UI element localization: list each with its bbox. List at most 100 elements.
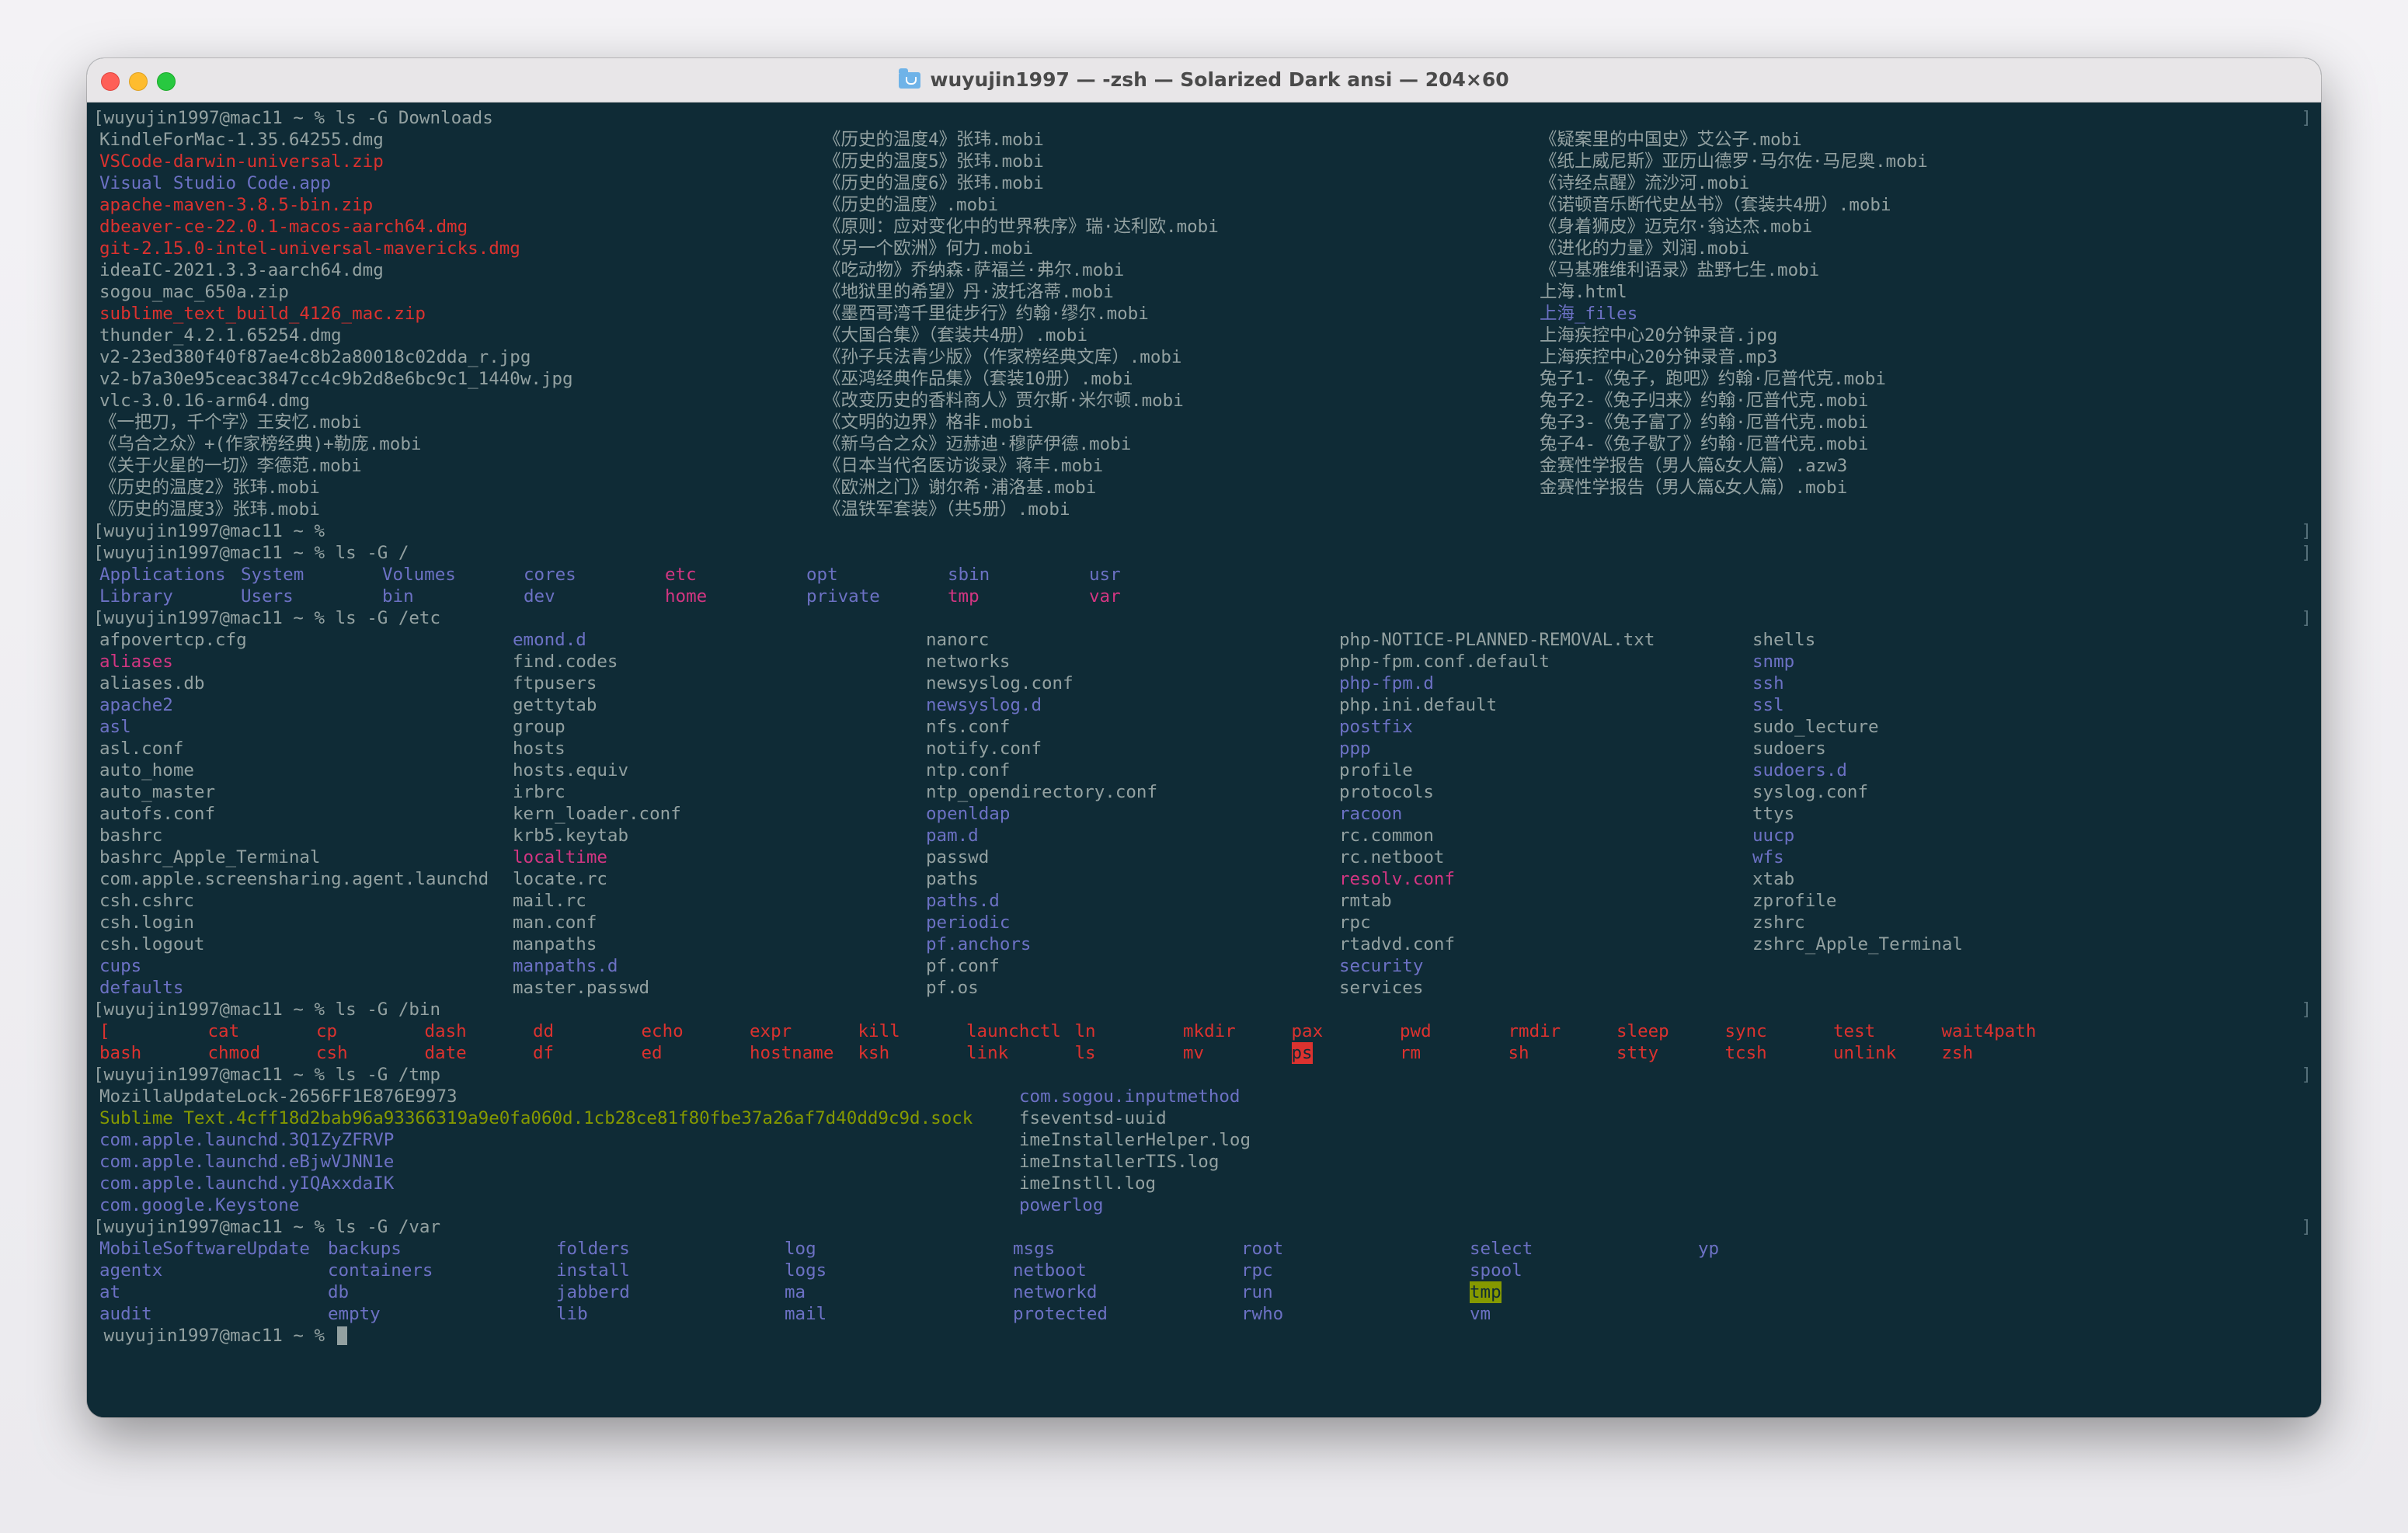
file-entry: imeInstallerHelper.log — [1019, 1130, 1251, 1150]
active-prompt-line[interactable]: wuyujin1997@mac11 ~ % — [93, 1325, 2315, 1347]
file-entry: defaults — [99, 978, 184, 998]
file-entry: php-fpm.d — [1339, 673, 1434, 694]
prompt-line: [wuyujin1997@mac11 ~ % ls -G Downloads] — [93, 107, 2315, 129]
file-entry: 《诗经点醒》流沙河.mobi — [1540, 173, 1750, 193]
file-entry: passwd — [926, 847, 990, 867]
file-entry: cores — [524, 565, 576, 585]
listing-row: asl group nfs.conf postfix sudo_lecture — [93, 716, 2315, 738]
file-entry: 《欧洲之门》谢尔希·浦洛基.mobi — [823, 478, 1097, 498]
file-entry: backups — [328, 1239, 402, 1259]
file-entry: rpc — [1339, 912, 1371, 933]
listing-row: Visual Studio Code.app 《历史的温度6》张玮.mobi 《诗经… — [93, 172, 2315, 194]
listing-row: apache2 gettytab newsyslog.d php.ini.defaul… — [93, 694, 2315, 716]
listing-row: bash chmod csh date df ed hostname ksh link ls mv p… — [93, 1042, 2315, 1064]
prompt-text: [wuyujin1997@mac11 ~ % — [93, 1065, 336, 1085]
command-text: ls -G /var — [335, 1217, 441, 1237]
file-entry: empty — [328, 1304, 381, 1324]
file-entry: 兔子2-《兔子归来》约翰·厄普代克.mobi — [1540, 391, 1869, 411]
file-entry: rmtab — [1339, 891, 1392, 911]
file-entry: zsh — [1941, 1043, 1974, 1063]
command-text: ls -G Downloads — [335, 108, 493, 128]
file-entry: install — [556, 1260, 630, 1281]
line-bracket: ] — [2301, 999, 2312, 1020]
file-entry: Applications — [99, 565, 226, 585]
file-entry: 《历史的温度2》张玮.mobi — [99, 478, 320, 498]
listing-row: Sublime Text.4cff18d2bab96a93366319a9e0f… — [93, 1107, 2315, 1129]
file-entry: rc.common — [1339, 826, 1434, 846]
file-entry: rmdir — [1508, 1021, 1561, 1041]
file-entry: 《改变历史的香料商人》贾尔斯·米尔顿.mobi — [823, 391, 1184, 411]
text-cursor — [336, 1326, 347, 1345]
file-entry: sleep — [1616, 1021, 1669, 1041]
file-entry: pf.os — [926, 978, 979, 998]
file-entry: protocols — [1339, 782, 1434, 802]
file-entry: postfix — [1339, 717, 1413, 737]
file-entry: 《乌合之众》+(作家榜经典)+勒庞.mobi — [99, 434, 422, 454]
file-entry: 兔子3-《兔子富了》约翰·厄普代克.mobi — [1540, 412, 1869, 433]
prompt-text: [wuyujin1997@mac11 ~ % — [93, 999, 336, 1020]
file-entry: imeInstallerTIS.log — [1019, 1152, 1220, 1172]
file-entry: racoon — [1339, 804, 1403, 824]
listing-row: com.apple.launchd.3Q1ZyZFRVP imeInstaller… — [93, 1129, 2315, 1151]
listing-row: audit empty lib mail protected rwho vm — [93, 1303, 2315, 1325]
prompt-text: [wuyujin1997@mac11 ~ % — [93, 521, 336, 541]
file-entry: newsyslog.d — [926, 695, 1042, 715]
file-entry: mkdir — [1183, 1021, 1236, 1041]
file-entry: agentx — [99, 1260, 163, 1281]
listing-row: 《历史的温度2》张玮.mobi 《欧洲之门》谢尔希·浦洛基.mobi 金赛性学报告（… — [93, 477, 2315, 499]
file-entry: sogou_mac_650a.zip — [99, 282, 289, 302]
file-entry: 《温铁军套装》（共5册）.mobi — [823, 499, 1070, 520]
listing-row: asl.conf hosts notify.conf ppp sudoers — [93, 738, 2315, 760]
file-entry: folders — [556, 1239, 630, 1259]
prompt-line: [wuyujin1997@mac11 ~ % ls -G /] — [93, 542, 2315, 564]
terminal-output[interactable]: [wuyujin1997@mac11 ~ % ls -G Downloads] K… — [87, 103, 2321, 1417]
listing-row: 《关于火星的一切》李德范.mobi 《日本当代名医访谈录》蒋丰.mobi 金赛性学报… — [93, 455, 2315, 477]
file-entry: com.sogou.inputmethod — [1019, 1086, 1241, 1107]
file-entry: bashrc_Apple_Terminal — [99, 847, 321, 867]
file-entry: irbrc — [513, 782, 565, 802]
file-entry: afpovertcp.cfg — [99, 630, 247, 650]
file-entry: paths — [926, 869, 979, 889]
file-entry: tmp — [1470, 1281, 1502, 1303]
command-text: ls -G /bin — [335, 999, 441, 1020]
listing-row: afpovertcp.cfg emond.d nanorc php-NOTICE-PL… — [93, 629, 2315, 651]
prompt-text: [wuyujin1997@mac11 ~ % — [93, 543, 336, 563]
file-entry: 《地狱里的希望》丹·波托洛蒂.mobi — [823, 282, 1114, 302]
listing-row: Applications System Volumes cores etc opt sbin… — [93, 564, 2315, 586]
file-entry: com.apple.screensharing.agent.launchd — [99, 869, 489, 889]
file-entry: php-NOTICE-PLANNED-REMOVAL.txt — [1339, 630, 1655, 650]
file-entry: VSCode-darwin-universal.zip — [99, 151, 384, 172]
file-entry: pam.d — [926, 826, 979, 846]
file-entry: manpaths — [513, 934, 597, 954]
listing-row: csh.login man.conf periodic rpc zshrc — [93, 912, 2315, 933]
file-entry: 《日本当代名医访谈录》蒋丰.mobi — [823, 456, 1104, 476]
file-entry: dd — [533, 1021, 555, 1041]
file-entry: gettytab — [513, 695, 597, 715]
file-entry: ln — [1074, 1021, 1096, 1041]
file-entry: audit — [99, 1304, 152, 1324]
file-entry: sublime_text_build_4126_mac.zip — [99, 304, 426, 324]
file-entry: private — [806, 586, 880, 607]
file-entry: 《疑案里的中国史》艾公子.mobi — [1540, 130, 1802, 150]
file-entry: snmp — [1752, 652, 1795, 672]
file-entry: csh.logout — [99, 934, 205, 954]
file-entry: pf.conf — [926, 956, 1000, 976]
listing-row: auto_master irbrc ntp_opendirectory.conf pr… — [93, 781, 2315, 803]
window-title: wuyujin1997 — -zsh — Solarized Dark ansi… — [87, 58, 2321, 102]
listing-row: com.apple.screensharing.agent.launchd loc… — [93, 868, 2315, 890]
file-entry: newsyslog.conf — [926, 673, 1074, 694]
file-entry: 《诺顿音乐断代史丛书》（套装共4册）.mobi — [1540, 195, 1891, 215]
file-entry: ma — [785, 1282, 806, 1302]
file-entry: 金赛性学报告（男人篇&女人篇）.mobi — [1540, 478, 1848, 498]
line-bracket: ] — [2301, 1065, 2312, 1085]
file-entry: 《文明的边界》格非.mobi — [823, 412, 1034, 433]
title-bar[interactable]: wuyujin1997 — -zsh — Solarized Dark ansi… — [87, 58, 2321, 103]
listing-row: csh.logout manpaths pf.anchors rtadvd.conf z… — [93, 933, 2315, 955]
file-entry: logs — [785, 1260, 827, 1281]
file-entry: spool — [1470, 1260, 1522, 1281]
file-entry: v2-b7a30e95ceac3847cc4c9b2d8e6bc9c1_1440… — [99, 369, 573, 389]
file-entry: mail — [785, 1304, 827, 1324]
file-entry: csh.login — [99, 912, 194, 933]
listing-row: Library Users bin dev home private tmp var — [93, 586, 2315, 607]
file-entry: tmp — [948, 586, 980, 607]
